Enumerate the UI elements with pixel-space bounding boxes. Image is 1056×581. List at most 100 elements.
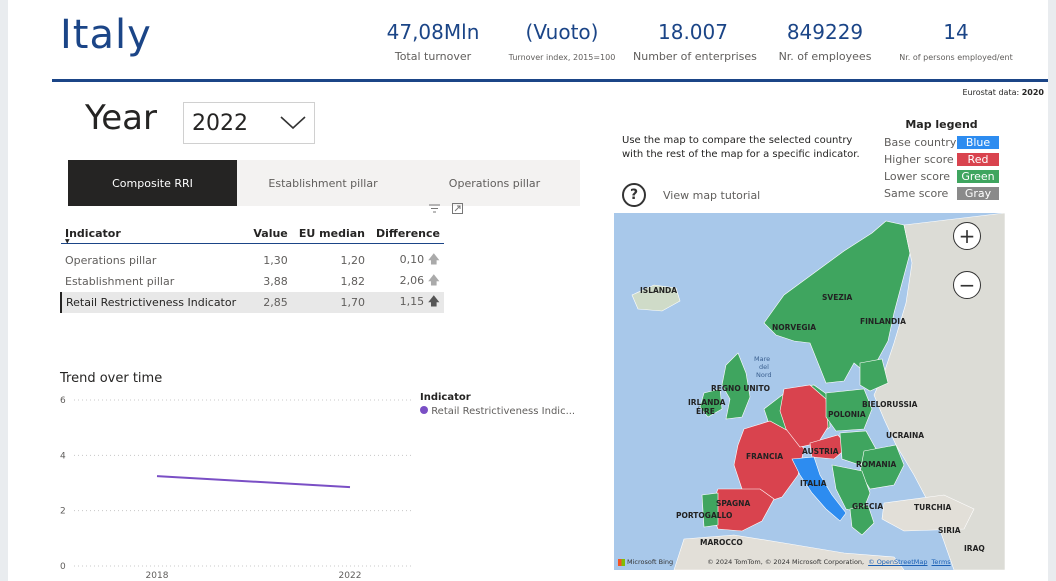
map-instructions: Use the map to compare the selected coun…: [622, 134, 860, 162]
x-tick-label: 2022: [339, 571, 362, 580]
cell-value: 2,85: [263, 295, 288, 309]
table-header-row: Indicator ▼ Value EU median Difference: [61, 225, 444, 245]
map-label-norvegia: NORVEGIA: [772, 323, 816, 332]
difference-value: 1,15: [399, 294, 425, 308]
map-label-grecia: GRECIA: [852, 502, 883, 511]
swatch-blue: Blue: [957, 136, 999, 149]
osm-link[interactable]: © OpenStreetMap: [868, 558, 927, 566]
trend-chart: 0 2 4 6 2018 2022: [60, 396, 412, 580]
country-title: Italy: [60, 12, 152, 58]
map-tutorial-link[interactable]: View map tutorial: [663, 189, 760, 202]
instruction-line: with the rest of the map for a specific …: [622, 149, 860, 160]
cell-indicator: Establishment pillar: [65, 274, 175, 288]
legend-title: Indicator: [420, 392, 471, 403]
legend-row-label: Base country: [884, 136, 957, 149]
map-label-polonia: POLONIA: [828, 410, 866, 419]
legend-row-base: Base country Blue: [884, 134, 999, 151]
attribution-text: © 2024 TomTom, © 2024 Microsoft Corporat…: [707, 558, 865, 566]
focus-mode-icon[interactable]: [452, 203, 463, 214]
map-label-italia: ITALIA: [800, 479, 827, 488]
map-label-nord: Nord: [756, 371, 772, 379]
tab-establishment-pillar[interactable]: Establishment pillar: [237, 160, 409, 206]
kpi-value: 18.007: [658, 20, 728, 44]
kpi-label: Nr. of persons employed/ent: [899, 53, 1013, 62]
column-header-label: Indicator: [65, 227, 121, 241]
table-row[interactable]: Establishment pillar 3,88 1,82 2,06 🡅: [61, 271, 444, 292]
legend-row-label: Same score: [884, 187, 949, 200]
column-header-difference[interactable]: Difference: [369, 225, 444, 243]
map-attribution: Microsoft Bing © 2024 TomTom, © 2024 Mic…: [618, 558, 951, 566]
y-tick-label: 0: [60, 562, 66, 572]
legend-row-label: Higher score: [884, 153, 954, 166]
map-label-islanda: ISLANDA: [640, 286, 677, 295]
year-dropdown-value: 2022: [192, 110, 248, 136]
map-label-svezia: SVEZIA: [822, 293, 853, 302]
kpi-value: (Vuoto): [525, 20, 599, 44]
kpi-label: Number of enterprises: [633, 50, 757, 63]
help-icon[interactable]: ?: [622, 183, 646, 207]
year-label: Year: [85, 98, 157, 138]
swatch-red: Red: [957, 153, 999, 166]
difference-value: 2,06: [399, 273, 425, 287]
column-header-value[interactable]: Value: [248, 225, 292, 243]
cell-indicator: Operations pillar: [65, 253, 157, 267]
europe-map[interactable]: ISLANDA SVEZIA FINLANDIA NORVEGIA Mare d…: [614, 213, 1005, 570]
kpi-number-of-enterprises: 18.007 Number of enterprises: [633, 20, 757, 63]
map-legend-title: Map legend: [905, 118, 978, 131]
kpi-persons-per-enterprise: 14 Nr. of persons employed/ent: [894, 20, 1018, 62]
map-label-austria: AUSTRIA: [802, 447, 839, 456]
cell-indicator: Retail Restrictiveness Indicator: [60, 291, 248, 313]
arrow-up-icon: 🡅: [427, 272, 440, 287]
cell-eu-median: 1,20: [340, 253, 365, 267]
tab-operations-pillar[interactable]: Operations pillar: [409, 160, 580, 206]
y-tick-label: 4: [60, 451, 66, 461]
cell-eu-median: 1,82: [340, 274, 365, 288]
y-tick-label: 2: [60, 507, 66, 517]
kpi-value: 849229: [786, 20, 864, 44]
cell-eu-median: 1,70: [340, 295, 365, 309]
eurostat-note: Eurostat data: 2020: [962, 88, 1044, 97]
map-svg: ISLANDA SVEZIA FINLANDIA NORVEGIA Mare d…: [631, 213, 1005, 570]
kpi-total-turnover: 47,08Mln Total turnover: [383, 20, 483, 63]
windows-logo-icon: [618, 558, 625, 566]
legend-row-label: Lower score: [884, 170, 951, 183]
table-row-selected[interactable]: Retail Restrictiveness Indicator 2,85 1,…: [60, 291, 444, 313]
cell-difference: 0,10 🡅: [369, 243, 444, 271]
legend-item[interactable]: Retail Restrictiveness Indic...: [420, 406, 575, 417]
eurostat-label: Eurostat data:: [962, 88, 1020, 97]
cell-value: 1,30: [263, 253, 288, 267]
zoom-out-button[interactable]: −: [953, 271, 981, 299]
legend-row-higher: Higher score Red: [884, 151, 999, 168]
series-line[interactable]: [156, 475, 351, 489]
scandinavia-shape: [763, 220, 911, 384]
kpi-turnover-index: (Vuoto) Turnover index, 2015=100: [502, 20, 622, 62]
terms-link[interactable]: Terms: [932, 558, 951, 566]
kpi-number-of-employees: 849229 Nr. of employees: [770, 20, 880, 63]
sort-desc-icon: ▼: [65, 238, 70, 245]
arrow-up-icon: 🡅: [427, 293, 440, 308]
swatch-green: Green: [957, 170, 999, 183]
report-canvas: Italy 47,08Mln Total turnover (Vuoto) Tu…: [8, 0, 1048, 581]
table-row[interactable]: Operations pillar 1,30 1,20 0,10 🡅: [61, 243, 444, 271]
microsoft-bing-logo: Microsoft Bing: [618, 558, 673, 566]
kpi-value: 47,08Mln: [386, 20, 480, 44]
eurostat-year: 2020: [1021, 88, 1044, 97]
map-legend: Map legend Base country Blue Higher scor…: [884, 118, 999, 202]
map-label-spagna: SPAGNA: [716, 499, 750, 508]
y-tick-label: 6: [60, 396, 66, 406]
filter-icon[interactable]: [429, 204, 440, 213]
indicator-table: Indicator ▼ Value EU median Difference O…: [60, 225, 444, 313]
arrow-up-icon: 🡅: [427, 251, 440, 266]
map-label-regno-unito: REGNO UNITO: [711, 384, 770, 393]
column-header-indicator[interactable]: Indicator ▼: [61, 225, 248, 245]
map-label-ucraina: UCRAINA: [886, 431, 924, 440]
cell-difference: 2,06 🡅: [369, 271, 444, 292]
year-dropdown[interactable]: 2022: [183, 102, 315, 144]
map-label-del: del: [759, 363, 769, 371]
column-header-eu-median[interactable]: EU median: [292, 225, 369, 243]
legend-dot-icon: [420, 406, 428, 414]
tab-composite-rri[interactable]: Composite RRI: [68, 160, 237, 206]
instruction-line: Use the map to compare the selected coun…: [622, 135, 853, 146]
x-tick-label: 2018: [146, 571, 169, 580]
zoom-in-button[interactable]: +: [953, 222, 981, 250]
